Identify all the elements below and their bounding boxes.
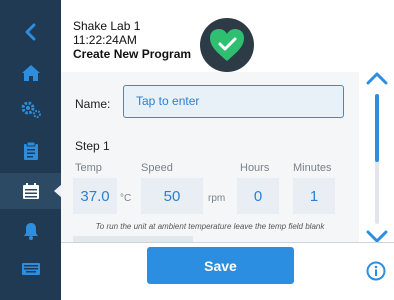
hours-input[interactable]: 0	[237, 178, 279, 214]
back-chevron-icon	[25, 23, 35, 41]
page-title: Create New Program	[73, 47, 192, 61]
heart-check-icon	[210, 29, 244, 61]
nav-keyboard[interactable]	[0, 251, 61, 287]
minutes-input[interactable]: 1	[293, 178, 335, 214]
speed-unit: rpm	[208, 193, 226, 204]
hours-label: Hours	[240, 162, 270, 174]
status-badge	[200, 18, 254, 72]
clipboard-icon	[23, 141, 38, 160]
nav-programs[interactable]	[0, 173, 62, 209]
scrollbar[interactable]	[375, 94, 379, 224]
header: Shake Lab 1 11:22:24AM Create New Progra…	[73, 19, 191, 61]
temp-input[interactable]: 37.0	[73, 178, 117, 214]
home-icon	[21, 65, 40, 81]
scroll-down-button[interactable]	[362, 224, 392, 250]
back-button[interactable]	[0, 14, 61, 50]
scroll-up-button[interactable]	[362, 64, 392, 92]
scrollbar-thumb[interactable]	[375, 94, 379, 162]
temp-label: Temp	[75, 162, 102, 174]
nav-settings[interactable]	[0, 91, 61, 127]
program-form[interactable]: Name: Tap to enter Step 1 Temp Speed Hou…	[61, 72, 359, 242]
programs-icon	[22, 183, 39, 199]
save-button[interactable]: Save	[147, 247, 294, 284]
nav-alarms[interactable]	[0, 213, 61, 249]
name-input[interactable]: Tap to enter	[123, 85, 344, 118]
minutes-label: Minutes	[293, 162, 332, 174]
nav-home[interactable]	[0, 55, 61, 91]
name-label: Name:	[75, 97, 111, 111]
sidebar	[0, 0, 62, 300]
info-button[interactable]	[364, 259, 388, 283]
step-label: Step 1	[75, 139, 110, 153]
speed-input[interactable]: 50	[141, 178, 203, 214]
device-name: Shake Lab 1	[73, 19, 141, 33]
speed-label: Speed	[141, 162, 173, 174]
main-content: Shake Lab 1 11:22:24AM Create New Progra…	[61, 0, 394, 300]
clock-time: 11:22:24AM	[73, 33, 137, 47]
chevron-up-icon	[366, 72, 388, 85]
ambient-temp-hint: To run the unit at ambient temperature l…	[95, 222, 325, 231]
footer-divider	[61, 242, 394, 243]
keyboard-icon	[21, 263, 40, 275]
info-icon	[366, 261, 386, 281]
temp-unit: °C	[120, 193, 132, 204]
settings-gears-icon	[21, 101, 41, 118]
bell-icon	[23, 223, 38, 240]
nav-log[interactable]	[0, 133, 61, 169]
